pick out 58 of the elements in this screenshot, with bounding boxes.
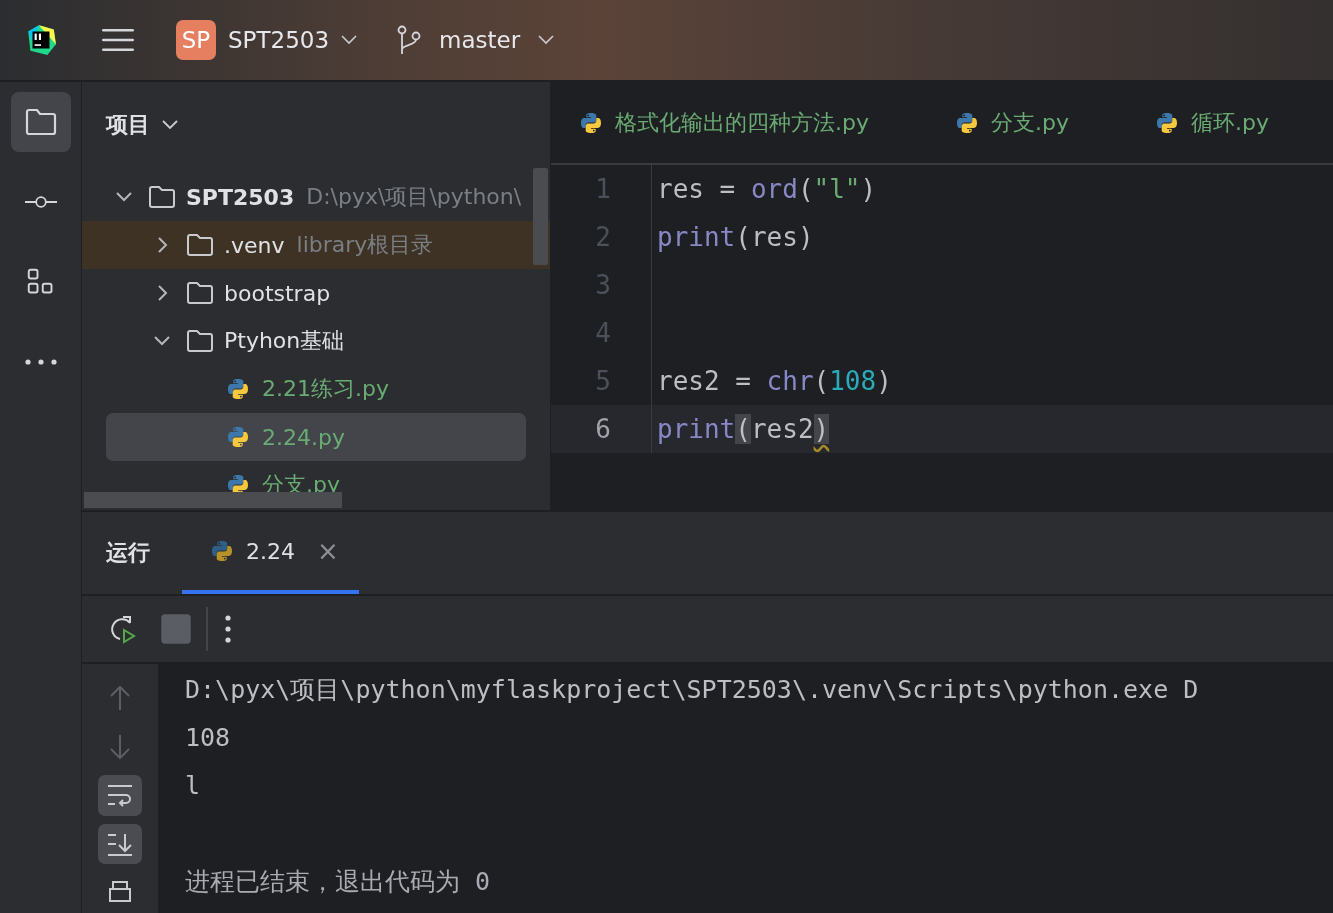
- close-button[interactable]: ×: [317, 536, 339, 566]
- editor-tab[interactable]: 格式化输出的四种方法.py: [577, 107, 869, 138]
- more-button[interactable]: [224, 614, 232, 644]
- project-name: SPT2503: [228, 27, 330, 53]
- code-line: res2 = chr(108): [657, 366, 892, 396]
- code-line: print(res2): [657, 414, 830, 444]
- console-line: D:\pyx\项目\python\myflaskproject\SPT2503\.venv\Scripts\python.exe D: [185, 674, 1200, 706]
- tree-item-name: bootstrap: [224, 280, 331, 306]
- editor-tab-label: 分支.py: [991, 108, 1069, 137]
- tree-item[interactable]: 2.24.py: [106, 413, 526, 461]
- editor-tab[interactable]: 循环.py: [1152, 107, 1269, 138]
- more-icon: [224, 614, 232, 644]
- chevron-down-icon: [538, 35, 555, 45]
- chevron-down-icon: [341, 35, 358, 45]
- tree-item[interactable]: .venv library根目录: [82, 221, 550, 269]
- tree-item-name: 2.21练习.py: [262, 375, 389, 403]
- tree-item[interactable]: Ptyhon基础: [106, 317, 526, 365]
- scrollbar-thumb[interactable]: [533, 168, 548, 265]
- stop-icon: [160, 613, 192, 645]
- scrollbar-thumb[interactable]: [84, 492, 342, 508]
- line-number: 6: [551, 405, 652, 453]
- console-line: 108: [185, 722, 232, 754]
- branch-switcher[interactable]: master: [397, 25, 555, 55]
- branch-icon: [397, 25, 422, 55]
- console-line: l: [185, 770, 202, 802]
- folder-icon: [186, 281, 214, 305]
- project-panel-title[interactable]: 项目: [106, 110, 150, 140]
- tree-item[interactable]: bootstrap: [106, 269, 526, 317]
- tree-item[interactable]: 2.21练习.py: [106, 365, 526, 413]
- tree-item-hint: D:\pyx\项目\python\: [306, 183, 522, 211]
- soft-wrap-button[interactable]: [98, 775, 142, 816]
- folder-icon: [24, 108, 57, 136]
- menu-icon[interactable]: [102, 28, 134, 52]
- folder-icon: [186, 233, 214, 257]
- tree-item-name: SPT2503: [186, 184, 295, 210]
- tree-item-name: 2.24.py: [262, 424, 345, 450]
- editor-tab[interactable]: 分支.py: [953, 107, 1069, 138]
- project-tool-button[interactable]: [10, 92, 71, 152]
- code-line: res = ord("l"): [657, 174, 877, 204]
- run-panel-title: 运行: [106, 539, 150, 567]
- chevron-down-icon[interactable]: [162, 120, 178, 130]
- tree-item[interactable]: SPT2503 D:\pyx\项目\python\: [106, 173, 526, 221]
- console-line: 进程已结束，退出代码为 0: [185, 866, 492, 898]
- code-line: print(res): [657, 222, 814, 252]
- branch-name: master: [439, 27, 521, 53]
- tree-item-name: .venv: [224, 232, 285, 258]
- run-tab-label: 2.24: [246, 538, 295, 564]
- project-switcher[interactable]: SP SPT2503: [176, 20, 358, 60]
- run-tab[interactable]: 2.24 ×: [182, 512, 359, 594]
- more-icon: [23, 358, 58, 366]
- editor-tab-label: 格式化输出的四种方法.py: [615, 108, 869, 137]
- editor-tab-label: 循环.py: [1190, 108, 1269, 137]
- scroll-to-end-button[interactable]: [98, 823, 142, 865]
- folder-icon: [186, 329, 214, 353]
- tree-item-name: Ptyhon基础: [224, 327, 345, 355]
- tree-item-hint: library根目录: [296, 231, 434, 259]
- project-badge: SP: [176, 20, 216, 60]
- folder-icon: [148, 185, 176, 209]
